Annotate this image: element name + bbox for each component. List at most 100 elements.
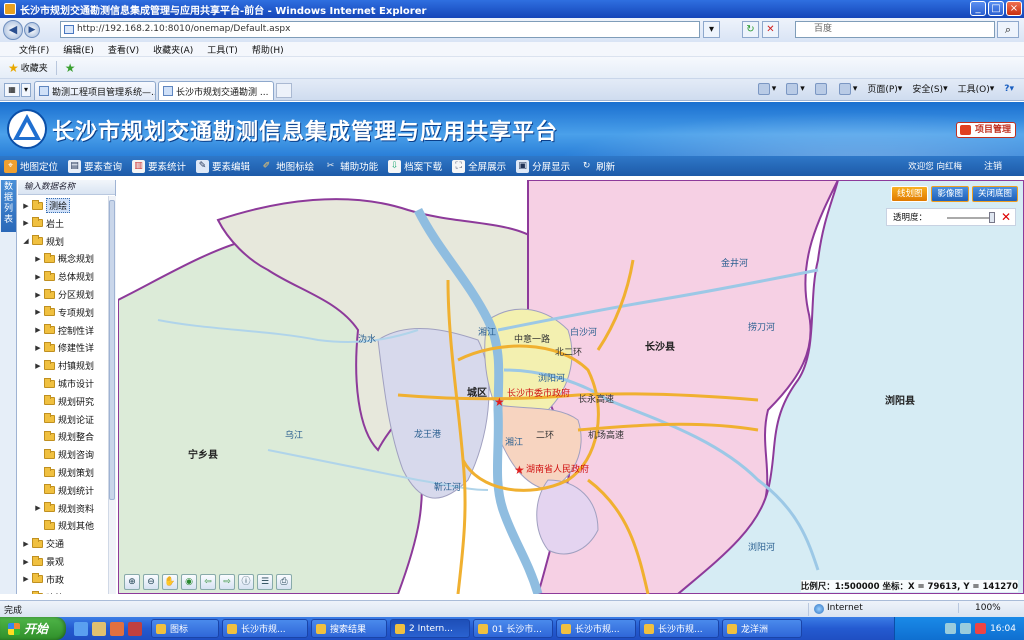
refresh-page-button[interactable]: ↻ [742, 21, 759, 38]
tree-item[interactable]: 规划统计 [34, 482, 94, 499]
line-map-button[interactable]: 线划图 [890, 186, 929, 202]
project-management-button[interactable]: 项目管理 [955, 122, 1016, 138]
menu-edit[interactable]: 编辑(E) [56, 43, 101, 56]
tree-item[interactable]: ▶ 景观 [22, 553, 64, 570]
tree-item[interactable]: 规划整合 [34, 428, 94, 445]
image-map-button[interactable]: 影像图 [931, 186, 969, 202]
feature-stats-button[interactable]: ▥ 要素统计 [132, 159, 186, 173]
zoom-out-icon[interactable]: ⊖ [143, 574, 159, 590]
taskbar-button[interactable]: 图标 [151, 619, 219, 638]
ie-quicklaunch-icon[interactable] [74, 621, 88, 636]
collapse-icon[interactable]: ◢ [22, 237, 30, 245]
tree-item[interactable]: ▶ 控制性详 [34, 322, 94, 339]
tree-item[interactable]: ▶ 岩土 [22, 215, 64, 232]
zoom-level[interactable]: 100% [958, 603, 1001, 613]
feature-edit-button[interactable]: ✎ 要素编辑 [196, 159, 250, 173]
search-icon[interactable]: ⌕ [997, 21, 1019, 38]
aux-functions-button[interactable]: ✂ 辅助功能 [324, 159, 378, 173]
antivirus-icon[interactable] [975, 623, 987, 634]
tab-survey-system[interactable]: 勘测工程项目管理系统—... [34, 81, 156, 100]
map-view[interactable]: ★ ★ 宁乡县 长沙县 浏阳县 城区 长沙市委市政府 湖南省人民政府 湘江 湘江… [118, 180, 1024, 594]
measure-icon[interactable]: ☰ [257, 574, 273, 590]
tools-menu[interactable]: 工具(O) ▾ [954, 82, 999, 96]
map-draw-button[interactable]: ✐ 地图标绘 [260, 159, 314, 173]
print-button[interactable]: ▾ [835, 82, 862, 95]
taskbar-button[interactable]: 搜索结果 [311, 619, 387, 638]
transparency-slider-thumb[interactable] [988, 212, 995, 223]
tree-item[interactable]: ◢ 规划 [22, 233, 64, 250]
expand-icon[interactable]: ▶ [22, 202, 30, 210]
safety-menu[interactable]: 安全(S) ▾ [908, 82, 951, 96]
split-screen-button[interactable]: ▣ 分屏显示 [516, 159, 570, 173]
expand-icon[interactable]: ▶ [34, 344, 42, 352]
network-icon[interactable] [945, 623, 957, 634]
menu-favorites[interactable]: 收藏夹(A) [146, 43, 200, 56]
menu-help[interactable]: 帮助(H) [245, 43, 291, 56]
taskbar-button[interactable]: 长沙市规... [222, 619, 308, 638]
tree-item[interactable]: ▶ 建筑 [22, 589, 64, 594]
expand-icon[interactable]: ▶ [22, 219, 30, 227]
tree-item[interactable]: 规划研究 [34, 393, 94, 410]
close-icon[interactable]: ✕ [1001, 210, 1011, 224]
back-button[interactable]: ◀ [3, 20, 23, 40]
help-icon[interactable]: ?▾ [1000, 84, 1018, 94]
search-input[interactable]: 百度 [795, 21, 995, 38]
minimize-button[interactable]: _ [970, 1, 986, 16]
menu-tools[interactable]: 工具(T) [200, 43, 245, 56]
archive-download-button[interactable]: ⇩ 档案下载 [388, 159, 442, 173]
expand-icon[interactable]: ▶ [22, 593, 30, 594]
expand-icon[interactable]: ▶ [34, 273, 42, 281]
home-button[interactable]: ▾ [754, 82, 781, 95]
start-button[interactable]: 开始 [0, 617, 66, 640]
transparency-slider-track[interactable] [947, 217, 995, 219]
taskbar-button[interactable]: 01 长沙市... [473, 619, 553, 638]
map-locate-button[interactable]: ⌖ 地图定位 [4, 159, 58, 173]
expand-icon[interactable]: ▶ [22, 575, 30, 583]
stop-button[interactable]: ✕ [762, 21, 779, 38]
tab-list-icon[interactable]: ▾ [21, 83, 31, 97]
media-quicklaunch-icon[interactable] [110, 621, 124, 636]
tree-item[interactable]: ▶ 交通 [22, 535, 64, 552]
tree-item[interactable]: ▶ 总体规划 [34, 268, 94, 285]
fullscreen-button[interactable]: ⛶ 全屏展示 [452, 159, 506, 173]
tree-item[interactable]: 城市设计 [34, 375, 94, 392]
menu-view[interactable]: 查看(V) [101, 43, 146, 56]
page-menu[interactable]: 页面(P) ▾ [863, 82, 906, 96]
zoom-in-icon[interactable]: ⊕ [124, 574, 140, 590]
pan-icon[interactable]: ✋ [162, 574, 178, 590]
favorites-button[interactable]: 收藏夹 [21, 61, 48, 74]
tree-item[interactable]: ▶ 市政 [22, 571, 64, 588]
quick-tabs-icon[interactable]: ▦ [4, 83, 20, 97]
feature-query-button[interactable]: ▤ 要素查询 [68, 159, 122, 173]
tree-item[interactable]: ▶ 测绘 [22, 197, 71, 214]
tree-item[interactable]: ▶ 村镇规划 [34, 357, 94, 374]
mail-button[interactable] [811, 82, 833, 95]
url-input[interactable]: http://192.168.2.10:8010/onemap/Default.… [60, 21, 700, 38]
tree-item[interactable]: ▶ 分区规划 [34, 286, 94, 303]
maximize-button[interactable]: □ [988, 1, 1004, 16]
expand-icon[interactable]: ▶ [34, 504, 42, 512]
tree-item[interactable]: 规划咨询 [34, 446, 94, 463]
expand-icon[interactable]: ▶ [34, 308, 42, 316]
expand-icon[interactable]: ▶ [34, 255, 42, 263]
close-basemap-button[interactable]: 关闭底图 [971, 186, 1018, 202]
new-tab-button[interactable] [276, 83, 292, 98]
dropdown-button[interactable]: ▾ [703, 21, 720, 38]
taskbar-button[interactable]: 2 Intern... [390, 619, 470, 638]
tree-item[interactable]: ▶ 专项规划 [34, 304, 94, 321]
print-map-icon[interactable]: ⎙ [276, 574, 292, 590]
menu-file[interactable]: 文件(F) [12, 43, 56, 56]
close-button[interactable]: × [1006, 1, 1022, 16]
add-favorite-icon[interactable]: ★ [65, 61, 76, 75]
tree-scroll-thumb[interactable] [109, 200, 115, 500]
tab-changsha-platform[interactable]: 长沙市规划交通勘测 ... ✕ [158, 81, 274, 100]
taskbar-button[interactable]: 长沙市规... [639, 619, 719, 638]
tree-item[interactable]: 规划其他 [34, 517, 94, 534]
taskbar-button[interactable]: 长沙市规... [556, 619, 636, 638]
forward-button[interactable]: ▶ [24, 22, 40, 38]
feeds-button[interactable]: ▾ [782, 82, 809, 95]
tree-item[interactable]: ▶ 规划资料 [34, 500, 94, 517]
tree-item[interactable]: ▶ 修建性详 [34, 339, 94, 356]
volume-icon[interactable] [960, 623, 972, 634]
next-view-icon[interactable]: ⇨ [219, 574, 235, 590]
